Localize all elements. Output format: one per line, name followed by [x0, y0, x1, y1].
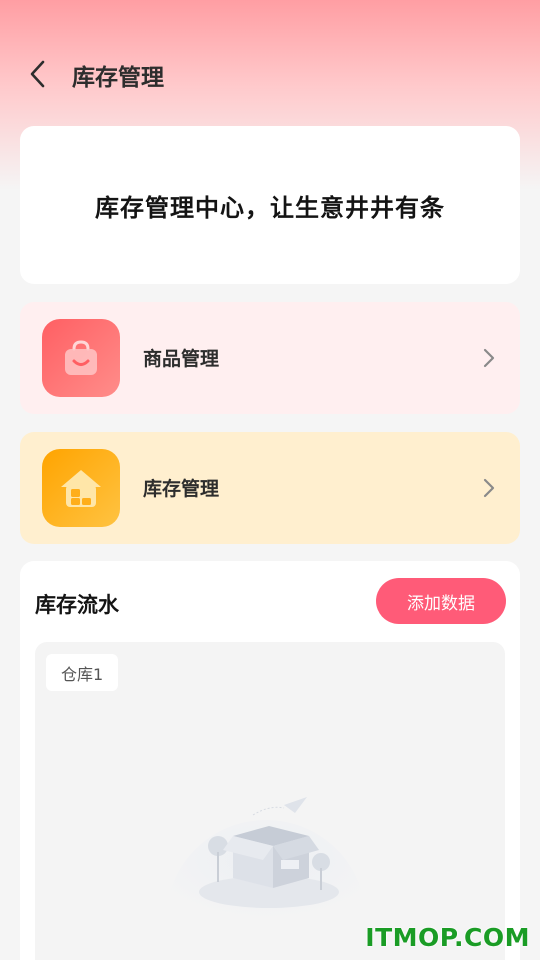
chevron-left-icon: [30, 60, 45, 88]
stock-management-card[interactable]: 库存管理: [20, 432, 520, 544]
watermark-logo: ITMOP.COM: [365, 923, 530, 952]
banner-text: 库存管理中心，让生意井井有条: [95, 193, 445, 222]
stock-flow-title: 库存流水: [35, 593, 119, 617]
warehouse-tab[interactable]: 仓库1: [46, 654, 119, 691]
stock-flow-list: 仓库1: [35, 642, 505, 960]
goods-management-label: 商品管理: [143, 348, 220, 370]
empty-box-illustration: [166, 797, 366, 920]
shopping-bag-icon: [42, 319, 120, 397]
stock-flow-panel: 库存流水 添加数据 仓库1: [20, 561, 520, 960]
chevron-right-icon: [483, 478, 495, 498]
intro-banner: 库存管理中心，让生意井井有条: [20, 126, 520, 284]
back-button[interactable]: [18, 52, 58, 96]
stock-management-label: 库存管理: [143, 478, 220, 500]
app-header: 库存管理: [0, 44, 540, 104]
goods-management-card[interactable]: 商品管理: [20, 302, 520, 414]
chevron-right-icon: [483, 348, 495, 368]
warehouse-house-icon: [42, 449, 120, 527]
page-title: 库存管理: [72, 65, 164, 91]
add-data-button[interactable]: 添加数据: [376, 578, 506, 624]
